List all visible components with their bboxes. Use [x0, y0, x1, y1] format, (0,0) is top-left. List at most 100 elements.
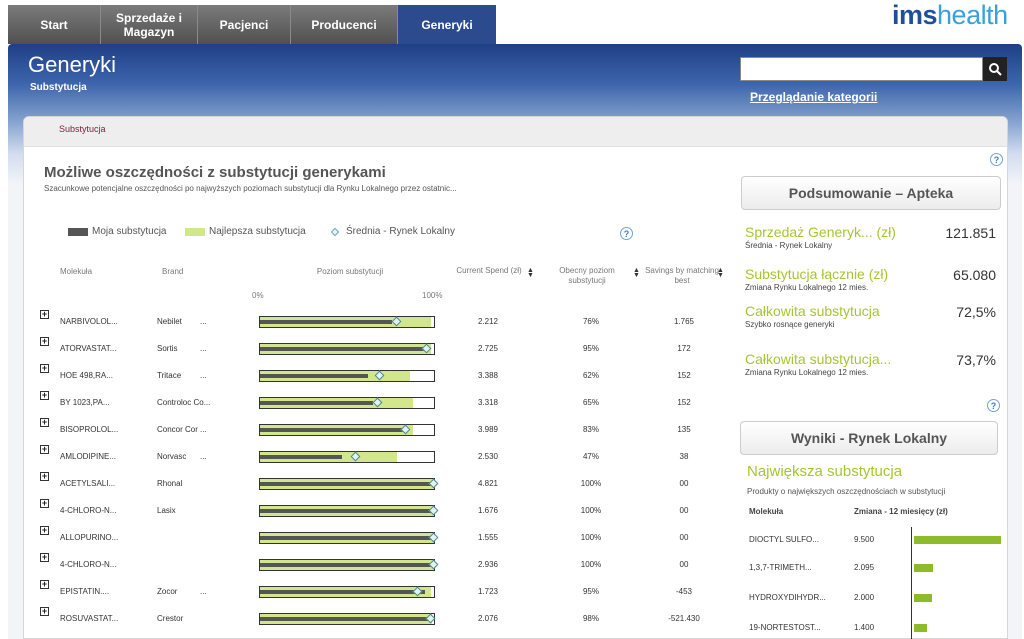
summary-label: Całkowita substytucja... — [745, 351, 892, 367]
expand-row-icon[interactable]: + — [40, 364, 49, 373]
search-button[interactable] — [983, 57, 1007, 81]
brand-cell: Sortis — [157, 344, 178, 353]
molecule-cell: EPISTATIN.... — [60, 587, 110, 596]
mine-bar — [260, 536, 434, 540]
legend-label: Moja substytucja — [92, 226, 167, 237]
tab-label: Pacjenci — [219, 17, 269, 32]
mine-bar — [260, 617, 431, 621]
local-change-bar — [914, 624, 927, 632]
breadcrumb-item[interactable]: Substytucja — [59, 124, 106, 134]
legend-best: Najlepsza substytucja — [185, 226, 306, 237]
col-header-level[interactable]: Poziom substytucji — [280, 267, 420, 277]
tab-generics[interactable]: Generyki — [398, 5, 496, 44]
help-icon[interactable]: ? — [620, 227, 633, 240]
substitution-bar — [259, 613, 435, 625]
brand-cell: Concor Cor — [157, 425, 198, 434]
summary-label: Substytucja łącznie (zł) — [745, 266, 889, 282]
tab-sales-stock[interactable]: Sprzedaże i Magazyn — [101, 5, 198, 44]
spend-cell: 2.076 — [477, 614, 499, 623]
scale-max-label: 100% — [422, 291, 443, 300]
substitution-bar — [259, 478, 439, 490]
summary-sublabel: Zmiana Rynku Lokalnego 12 mies. — [745, 368, 869, 377]
mine-bar — [260, 428, 405, 432]
substitution-bar — [259, 532, 439, 544]
substitution-bar — [259, 559, 439, 571]
legend-mine: Moja substytucja — [68, 226, 166, 237]
substitution-bar — [259, 343, 435, 355]
expand-row-icon[interactable]: + — [40, 607, 49, 616]
current-level-cell: 47% — [582, 452, 599, 461]
scale-min-label: 0% — [252, 291, 264, 300]
mine-bar — [260, 563, 434, 567]
mine-bar — [260, 482, 434, 486]
expand-row-icon[interactable]: + — [40, 418, 49, 427]
expand-row-icon[interactable]: + — [40, 553, 49, 562]
molecule-cell: 4-CHLORO-N... — [60, 560, 117, 569]
spend-cell: 3.388 — [477, 371, 499, 380]
current-level-cell: 83% — [582, 425, 599, 434]
local-col-change: Zmiana - 12 miesięcy (zł) — [854, 507, 948, 516]
summary-value: 73,7% — [956, 352, 996, 368]
more-cell: ... — [200, 587, 207, 596]
local-heading: Największa substytucja — [747, 463, 903, 480]
section-description: Szacunkowe potencjalne oszczędności po n… — [44, 184, 457, 193]
tab-start[interactable]: Start — [8, 5, 101, 44]
sort-icon[interactable]: ▲ ▼ — [527, 267, 534, 279]
mine-bar — [260, 374, 368, 378]
more-cell: ... — [200, 317, 207, 326]
brand-cell: Controloc Co... — [157, 398, 211, 407]
col-header-brand[interactable]: Brand — [162, 267, 183, 277]
expand-row-icon[interactable]: + — [40, 499, 49, 508]
col-header-savings[interactable]: Savings by matching best — [645, 266, 719, 286]
expand-row-icon[interactable]: + — [40, 580, 49, 589]
current-level-cell: 62% — [582, 371, 599, 380]
local-molecule-cell: HYDROXYDIHYDR... — [749, 593, 826, 602]
tab-label: Sprzedaże i Magazyn — [115, 10, 183, 39]
substitution-bar — [259, 316, 435, 328]
search-input[interactable] — [740, 57, 983, 81]
summary-value: 121.851 — [945, 225, 996, 241]
browse-categories-link[interactable]: Przeglądanie kategorii — [750, 90, 877, 104]
sort-icon[interactable]: ▲ ▼ — [633, 267, 640, 279]
mine-bar — [260, 509, 434, 513]
tab-label: Start — [40, 17, 68, 32]
spend-cell: 2.212 — [477, 317, 499, 326]
expand-row-icon[interactable]: + — [40, 337, 49, 346]
expand-row-icon[interactable]: + — [40, 445, 49, 454]
summary-title: Podsumowanie – Apteka — [741, 176, 1001, 210]
imshealth-logo: imshealth — [892, 0, 1008, 30]
savings-cell: 135 — [677, 425, 691, 434]
page-title: Generyki — [28, 52, 117, 77]
help-icon[interactable]: ? — [987, 399, 1000, 412]
expand-row-icon[interactable]: + — [40, 391, 49, 400]
col-header-molecule[interactable]: Molekuła — [60, 267, 92, 277]
spend-cell: 2.725 — [477, 344, 499, 353]
expand-row-icon[interactable]: + — [40, 310, 49, 319]
legend-avg: Średnia - Rynek Lokalny — [330, 226, 455, 237]
help-icon[interactable]: ? — [990, 153, 1003, 166]
expand-row-icon[interactable]: + — [40, 472, 49, 481]
spend-cell: 3.989 — [477, 425, 499, 434]
page-subtitle: Substytucja — [30, 82, 87, 93]
spend-cell: 2.936 — [477, 560, 499, 569]
sort-icon[interactable]: ▲ ▼ — [717, 267, 724, 279]
local-change-bar — [914, 564, 934, 572]
more-cell: ... — [200, 452, 207, 461]
tab-patients[interactable]: Pacjenci — [198, 5, 291, 44]
tab-producers[interactable]: Producenci — [291, 5, 398, 44]
molecule-cell: ROSUVASTAT... — [60, 614, 119, 623]
more-cell: ... — [200, 344, 207, 353]
main-nav: Start Sprzedaże i Magazyn Pacjenci Produ… — [8, 5, 496, 44]
expand-row-icon[interactable]: + — [40, 526, 49, 535]
savings-cell: 00 — [679, 506, 689, 515]
local-col-molecule: Molekuła — [749, 507, 784, 516]
summary-sublabel: Szybko rosnące generyki — [745, 320, 835, 329]
molecule-cell: ATORVASTAT... — [60, 344, 117, 353]
molecule-cell: BY 1023,PA... — [60, 398, 110, 407]
col-header-current-level[interactable]: Obecny poziom substytucji — [550, 266, 624, 286]
legend-label: Średnia - Rynek Lokalny — [346, 226, 455, 237]
substitution-bar — [259, 424, 435, 436]
savings-cell: -521.430 — [668, 614, 700, 623]
col-header-spend[interactable]: Current Spend (zł) — [455, 266, 523, 276]
current-level-cell: 100% — [580, 506, 602, 515]
